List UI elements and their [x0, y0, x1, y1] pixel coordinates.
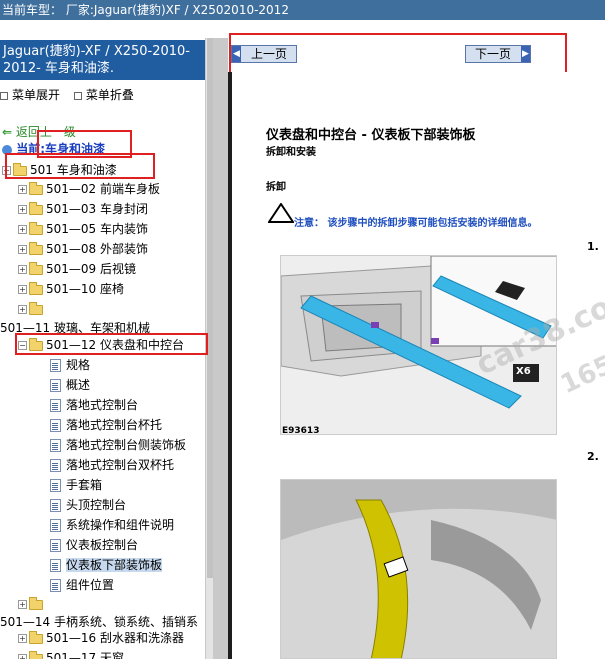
- tree-child-item[interactable]: 手套箱: [50, 477, 102, 493]
- collapse-icon: [73, 91, 82, 100]
- expand-toggle-icon[interactable]: +: [18, 654, 27, 659]
- tree-child-item[interactable]: 系统操作和组件说明: [50, 517, 174, 533]
- step-number: 1.: [587, 240, 599, 253]
- document-icon: [50, 399, 61, 412]
- document-icon: [50, 479, 61, 492]
- tree-item[interactable]: +501—05 车内装饰: [18, 221, 148, 237]
- tree-item[interactable]: +: [18, 301, 46, 317]
- tree-child-item[interactable]: 落地式控制台侧装饰板: [50, 437, 186, 453]
- folder-icon: [29, 181, 43, 195]
- procedure-figure: [280, 479, 557, 659]
- folder-icon: [29, 201, 43, 215]
- window-title: 当前车型： 厂家:Jaguar(捷豹)XF / X2502010-2012: [0, 0, 605, 20]
- tree-item-label: 501—10 座椅: [46, 282, 124, 296]
- tree-child-item[interactable]: 头顶控制台: [50, 497, 126, 513]
- section-heading: 拆卸: [266, 182, 286, 193]
- tree-item-label: 501—16 刮水器和洗涤器: [46, 631, 184, 645]
- tree-child-label: 概述: [66, 378, 91, 392]
- folder-icon: [29, 596, 43, 610]
- document-icon: [50, 379, 61, 392]
- document-icon: [50, 499, 61, 512]
- menu-toggle-row: 菜单展开 菜单折叠: [0, 86, 144, 103]
- tree-item[interactable]: +501—17 天窗: [18, 650, 124, 659]
- tree-item[interactable]: +501—02 前端车身板: [18, 181, 160, 197]
- expand-toggle-icon[interactable]: +: [18, 600, 27, 609]
- tree-child-label: 规格: [66, 358, 91, 372]
- expand-toggle-icon[interactable]: +: [18, 205, 27, 214]
- document-icon: [50, 419, 61, 432]
- figure-code: E93613: [282, 426, 320, 436]
- folder-icon: [29, 301, 43, 315]
- tree-child-item[interactable]: 落地式控制台杯托: [50, 417, 162, 433]
- document-icon: [50, 439, 61, 452]
- folder-icon: [29, 630, 43, 644]
- figure-callout: X6: [516, 366, 531, 377]
- tree-child-label: 头顶控制台: [66, 498, 127, 512]
- tree-child-label: 落地式控制台: [66, 398, 139, 412]
- menu-expand-link[interactable]: 菜单展开: [12, 88, 60, 102]
- tree-child-label: 落地式控制台杯托: [66, 418, 163, 432]
- tree-child-label: 仪表板下部装饰板: [66, 558, 163, 572]
- tree-item[interactable]: +501—09 后视镜: [18, 261, 136, 277]
- expand-toggle-icon[interactable]: +: [18, 185, 27, 194]
- document-icon: [50, 579, 61, 592]
- expand-toggle-icon[interactable]: +: [18, 225, 27, 234]
- tree-item-label: 501—14 手柄系统、锁系统、插销系: [0, 615, 198, 629]
- highlight-box: [5, 153, 155, 179]
- expand-toggle-icon[interactable]: +: [18, 265, 27, 274]
- document-title: 仪表盘和中控台 - 仪表板下部装饰板: [266, 128, 476, 143]
- tree-child-item[interactable]: 规格: [50, 357, 90, 373]
- tree-child-label: 系统操作和组件说明: [66, 518, 175, 532]
- tree-child-label: 落地式控制台侧装饰板: [66, 438, 187, 452]
- tree-child-label: 仪表板控制台: [66, 538, 139, 552]
- model-header: Jaguar(捷豹)-XF / X250-2010-2012- 车身和油漆.: [0, 40, 205, 80]
- tree-item-label: 501—08 外部装饰: [46, 242, 148, 256]
- tree-item-label: 501—17 天窗: [46, 651, 124, 659]
- tree-item[interactable]: +501—10 座椅: [18, 281, 124, 297]
- warning-icon: [268, 203, 294, 223]
- folder-icon: [29, 241, 43, 255]
- tree-item[interactable]: 501—14 手柄系统、锁系统、插销系: [0, 614, 198, 630]
- tree-item[interactable]: +501—08 外部装饰: [18, 241, 148, 257]
- document-icon: [50, 539, 61, 552]
- document-icon: [50, 559, 61, 572]
- pane-splitter[interactable]: [213, 38, 228, 659]
- tree-item-label: 501—09 后视镜: [46, 262, 136, 276]
- tree-child-item[interactable]: 概述: [50, 377, 90, 393]
- tree-item-label: 501—05 车内装饰: [46, 222, 148, 236]
- document-icon: [50, 459, 61, 472]
- tree-child-item[interactable]: 落地式控制台双杯托: [50, 457, 174, 473]
- highlight-box: [15, 333, 208, 355]
- caution-note: 注意： 该步骤中的拆卸步骤可能包括安装的详细信息。: [294, 218, 538, 229]
- tree-item[interactable]: +: [18, 596, 46, 612]
- folder-icon: [29, 281, 43, 295]
- folder-icon: [29, 650, 43, 659]
- expand-toggle-icon[interactable]: +: [18, 634, 27, 643]
- tree-child-label: 落地式控制台双杯托: [66, 458, 175, 472]
- step-number: 2.: [587, 450, 599, 463]
- expand-toggle-icon[interactable]: +: [18, 305, 27, 314]
- document-icon: [50, 519, 61, 532]
- folder-icon: [29, 261, 43, 275]
- expand-icon: [0, 91, 8, 100]
- tree-item-label: 501—02 前端车身板: [46, 182, 160, 196]
- back-arrow-icon: ⇐: [2, 125, 13, 139]
- menu-collapse-link[interactable]: 菜单折叠: [86, 88, 134, 102]
- tree-child-item[interactable]: 仪表板控制台: [50, 537, 138, 553]
- expand-toggle-icon[interactable]: +: [18, 245, 27, 254]
- tree-child-label: 手套箱: [66, 478, 103, 492]
- tree-item[interactable]: +501—03 车身封闭: [18, 201, 148, 217]
- tree-item-label: 501—03 车身封闭: [46, 202, 148, 216]
- expand-toggle-icon[interactable]: +: [18, 285, 27, 294]
- steering-illustration: [281, 480, 556, 658]
- folder-icon: [29, 221, 43, 235]
- tree-child-item[interactable]: 组件位置: [50, 577, 114, 593]
- tree-item[interactable]: +501—16 刮水器和洗涤器: [18, 630, 184, 646]
- tree-child-label: 组件位置: [66, 578, 115, 592]
- tree-child-item[interactable]: 落地式控制台: [50, 397, 138, 413]
- tree-child-item-selected[interactable]: 仪表板下部装饰板: [50, 557, 163, 573]
- document-icon: [50, 359, 61, 372]
- document-subtitle: 拆卸和安装: [266, 147, 316, 158]
